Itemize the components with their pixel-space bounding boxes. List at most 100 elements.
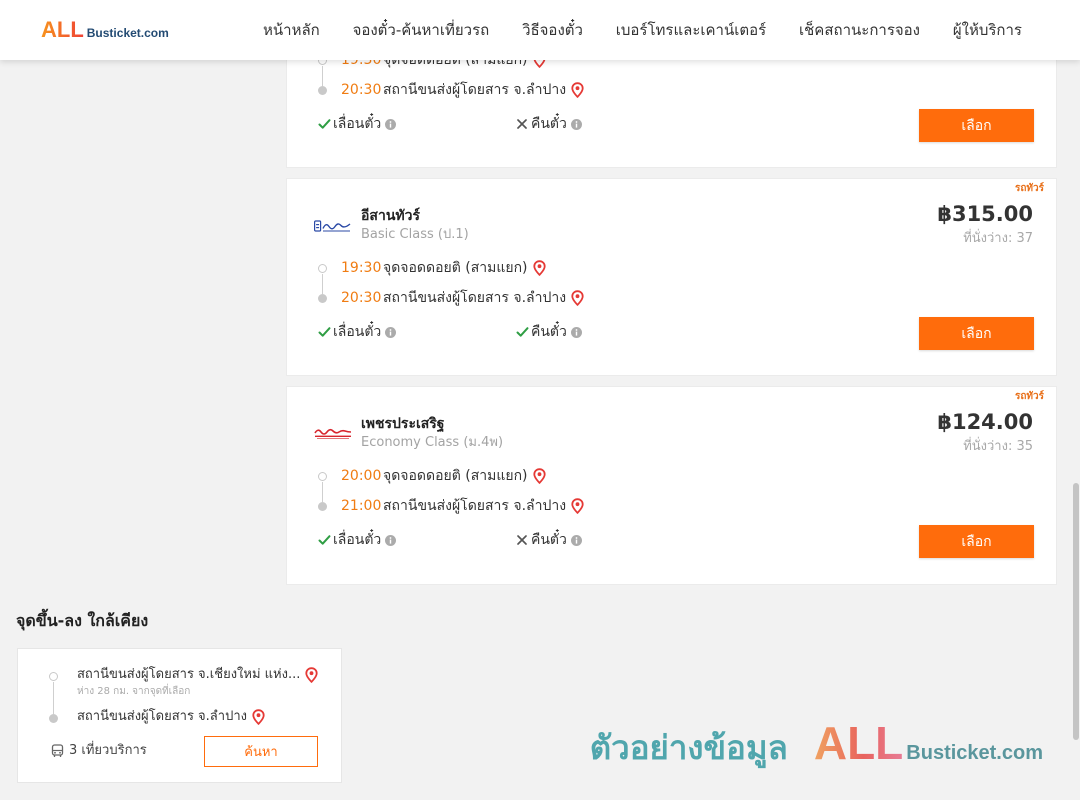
nearby-search-button[interactable]: ค้นหา (204, 736, 318, 767)
company-name: อีสานทัวร์ (361, 208, 420, 224)
bus-type-tag: รถทัวร์ (1014, 183, 1044, 194)
cross-icon (516, 118, 529, 130)
check-icon (318, 534, 331, 546)
bus-type-tag: รถทัวร์ (1014, 391, 1044, 402)
nav-how-to-book[interactable]: วิธีจองตั๋ว (522, 18, 583, 42)
select-trip-button[interactable]: เลือก (919, 525, 1034, 558)
info-icon[interactable] (570, 534, 582, 546)
info-icon[interactable] (570, 326, 582, 338)
arrival-time: 21:00 (341, 498, 382, 514)
logo-brand: ALL (41, 17, 84, 42)
departure-point: จุดจอดดอยติ (สามแยก) (383, 468, 528, 484)
info-icon[interactable] (385, 118, 397, 130)
watermark: ตัวอย่างข้อมูล ALL Busticket.com (590, 716, 1043, 774)
nearby-origin-name: สถานีขนส่งผู้โดยสาร จ.เชียงใหม่ แห่ง... (77, 667, 301, 682)
map-pin-icon[interactable] (532, 260, 546, 276)
destination-dot (49, 714, 58, 723)
site-logo[interactable]: ALL Busticket.com (41, 17, 169, 43)
watermark-domain: Busticket.com (906, 742, 1043, 764)
route-line (322, 274, 323, 294)
change-ticket-option: เลื่อนตั๋ว (318, 530, 397, 550)
arrival-stop: 21:00 สถานีขนส่งผู้โดยสาร จ.ลำปาง (341, 496, 584, 516)
arrival-dot (318, 502, 327, 511)
service-class: Basic Class (ป.1) (361, 227, 469, 242)
arrival-dot (318, 294, 327, 303)
arrival-dot (318, 86, 327, 95)
page-scrollbar-thumb[interactable] (1073, 483, 1079, 740)
check-icon (516, 326, 529, 338)
arrival-time: 20:30 (341, 290, 382, 306)
info-icon[interactable] (385, 326, 397, 338)
nav-home[interactable]: หน้าหลัก (263, 18, 320, 42)
option-label: เลื่อนตั๋ว (333, 532, 382, 548)
trip-card: รถทัวร์ อีสานทัวร์ Basic Class (ป.1) ฿31… (286, 178, 1057, 376)
arrival-point: สถานีขนส่งผู้โดยสาร จ.ลำปาง (383, 498, 567, 514)
nav-book-search[interactable]: จองตั๋ว-ค้นหาเที่ยวรถ (353, 18, 490, 42)
map-pin-icon[interactable] (252, 709, 265, 725)
nearby-destination-name: สถานีขนส่งผู้โดยสาร จ.ลำปาง (77, 709, 247, 724)
change-ticket-option: เลื่อนตั๋ว (318, 114, 397, 134)
departure-stop: 20:00 จุดจอดดอยติ (สามแยก) (341, 466, 546, 486)
option-label: คืนตั๋ว (531, 116, 567, 132)
seats-available: ที่นั่งว่าง: 37 (963, 231, 1033, 246)
option-label: เลื่อนตั๋ว (333, 116, 382, 132)
nearby-stops-title: จุดขึ้น-ลง ใกล้เคียง (16, 611, 149, 630)
select-trip-button[interactable]: เลือก (919, 109, 1034, 142)
origin-dot (49, 672, 58, 681)
refund-ticket-option: คืนตั๋ว (516, 114, 582, 134)
info-icon[interactable] (570, 118, 582, 130)
watermark-text: ตัวอย่างข้อมูล (589, 728, 788, 767)
arrival-stop: 20:30 สถานีขนส่งผู้โดยสาร จ.ลำปาง (341, 80, 584, 100)
logo-domain: Busticket.com (86, 26, 169, 40)
watermark-brand: ALL (813, 717, 904, 769)
nearby-route-card: สถานีขนส่งผู้โดยสาร จ.เชียงใหม่ แห่ง... … (17, 648, 342, 783)
departure-dot (318, 472, 327, 481)
route-line (322, 66, 323, 86)
arrival-stop: 20:30 สถานีขนส่งผู้โดยสาร จ.ลำปาง (341, 288, 584, 308)
map-pin-icon[interactable] (305, 667, 318, 683)
main-nav: หน้าหลัก จองตั๋ว-ค้นหาเที่ยวรถ วิธีจองตั… (263, 0, 1022, 60)
bus-icon (51, 744, 64, 758)
arrival-point: สถานีขนส่งผู้โดยสาร จ.ลำปาง (383, 290, 567, 306)
refund-ticket-option: คืนตั๋ว (516, 530, 582, 550)
option-label: เลื่อนตั๋ว (333, 324, 382, 340)
info-icon[interactable] (385, 534, 397, 546)
option-label: คืนตั๋ว (531, 532, 567, 548)
nav-check-booking[interactable]: เช็คสถานะการจอง (799, 18, 920, 42)
map-pin-icon[interactable] (571, 82, 584, 98)
departure-time: 20:00 (341, 468, 382, 484)
option-label: คืนตั๋ว (531, 324, 567, 340)
check-icon (318, 326, 331, 338)
seats-available: ที่นั่งว่าง: 35 (963, 439, 1033, 454)
route-line (53, 682, 54, 714)
change-ticket-option: เลื่อนตั๋ว (318, 322, 397, 342)
route-line (322, 482, 323, 502)
arrival-point: สถานีขนส่งผู้โดยสาร จ.ลำปาง (383, 82, 567, 98)
refund-ticket-option: คืนตั๋ว (516, 322, 582, 342)
site-header: ALL Busticket.com หน้าหลัก จองตั๋ว-ค้นหา… (0, 0, 1080, 60)
map-pin-icon[interactable] (571, 290, 584, 306)
trip-card: รถทัวร์ เพชรประเสริฐ Economy Class (ม.4พ… (286, 386, 1057, 585)
nearby-trip-count: 3 เที่ยวบริการ (51, 742, 147, 760)
departure-dot (318, 264, 327, 273)
petchprasert-logo (314, 427, 352, 441)
departure-stop: 19:30 จุดจอดดอยติ (สามแยก) (341, 258, 546, 278)
cross-icon (516, 534, 529, 546)
nav-operators[interactable]: ผู้ให้บริการ (953, 18, 1022, 42)
ticket-price: ฿315.00 (937, 202, 1033, 226)
departure-time: 19:30 (341, 260, 382, 276)
nearby-destination: สถานีขนส่งผู้โดยสาร จ.ลำปาง (77, 708, 265, 726)
nav-phone-counter[interactable]: เบอร์โทรและเคาน์เตอร์ (616, 18, 766, 42)
select-trip-button[interactable]: เลือก (919, 317, 1034, 350)
map-pin-icon[interactable] (532, 468, 546, 484)
isantour-logo (314, 219, 352, 233)
nearby-origin: สถานีขนส่งผู้โดยสาร จ.เชียงใหม่ แห่ง... (77, 666, 318, 684)
arrival-time: 20:30 (341, 82, 382, 98)
service-class: Economy Class (ม.4พ) (361, 435, 504, 450)
departure-point: จุดจอดดอยติ (สามแยก) (383, 260, 528, 276)
nearby-distance: ห่าง 28 กม. จากจุดที่เลือก (77, 686, 191, 697)
check-icon (318, 118, 331, 130)
ticket-price: ฿124.00 (937, 410, 1033, 434)
map-pin-icon[interactable] (571, 498, 584, 514)
company-name: เพชรประเสริฐ (361, 416, 445, 432)
